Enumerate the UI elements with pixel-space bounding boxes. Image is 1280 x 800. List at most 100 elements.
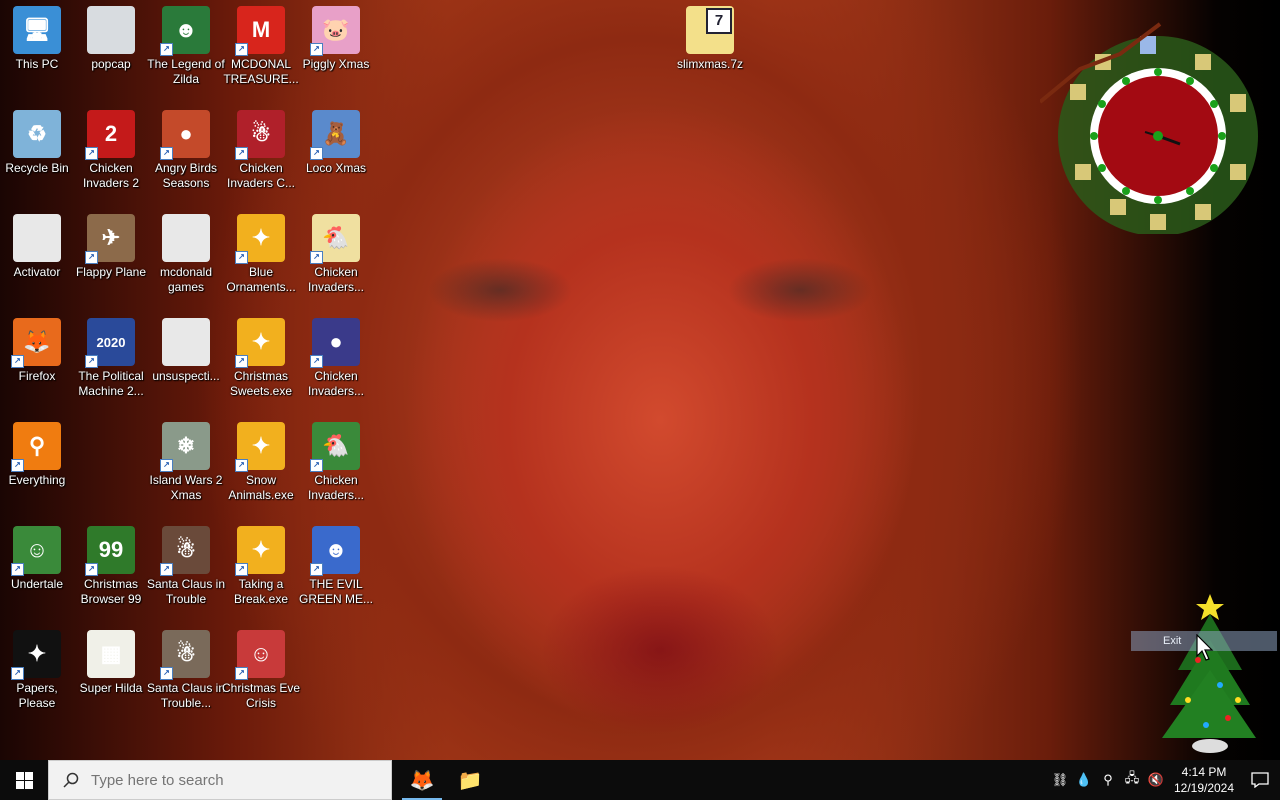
taskbar-search-box[interactable] (48, 760, 392, 800)
network-icon[interactable]: 🖧 (1120, 760, 1144, 800)
desktop-icon-label: Undertale (10, 577, 64, 591)
mcdonalds-treasure-icon: M ↗ (235, 6, 285, 56)
taskbar-file-explorer[interactable]: 📁 (446, 760, 494, 800)
desktop-icon-island-wars-2-xmas[interactable]: ❄ ↗ Island Wars 2 Xmas (149, 422, 223, 503)
popcap-icon (87, 6, 135, 54)
shortcut-arrow-icon: ↗ (310, 355, 323, 368)
desktop-icon-santa-claus-trouble[interactable]: ☃ ↗ Santa Claus in Trouble (146, 526, 226, 607)
desktop-icon-recycle-bin[interactable]: ♻ Recycle Bin (0, 110, 74, 176)
activator-icon (13, 214, 61, 262)
start-button[interactable] (0, 760, 48, 800)
desktop-icon-chicken-invaders-d[interactable]: 🐔 ↗ Chicken Invaders... (299, 422, 373, 503)
desktop-icon-angry-birds-seasons[interactable]: ● ↗ Angry Birds Seasons (149, 110, 223, 191)
desktop-icon-chicken-invaders-a[interactable]: 🐔 ↗ Chicken Invaders... (299, 214, 373, 295)
desktop-icon-label: Island Wars 2 Xmas (149, 473, 223, 502)
shortcut-arrow-icon: ↗ (11, 563, 24, 576)
desktop-icon-blue-ornaments[interactable]: ✦ ↗ Blue Ornaments... (224, 214, 298, 295)
desktop-icon-this-pc[interactable]: 🖥 This PC (0, 6, 74, 72)
christmas-tree-widget[interactable] (1158, 590, 1258, 755)
desktop-icon-legend-of-zilda[interactable]: ☻ ↗ The Legend of Zilda (147, 6, 225, 87)
network-share-icon[interactable]: ⛓ (1048, 760, 1072, 800)
archive-label: slimxmas.7z (676, 57, 743, 71)
desktop-icon-label: The Legend of Zilda (147, 57, 225, 86)
shortcut-arrow-icon: ↗ (235, 563, 248, 576)
action-center-button[interactable] (1240, 760, 1280, 800)
shortcut-arrow-icon: ↗ (160, 563, 173, 576)
drop-icon[interactable]: 💧 (1072, 760, 1096, 800)
desktop-icon-taking-a-break[interactable]: ✦ ↗ Taking a Break.exe (224, 526, 298, 607)
shortcut-arrow-icon: ↗ (310, 43, 323, 56)
shortcut-arrow-icon: ↗ (310, 459, 323, 472)
desktop-icon-activator[interactable]: Activator (0, 214, 74, 280)
desktop-icon-chicken-invaders-b[interactable]: ● ↗ Chicken Invaders... (299, 318, 373, 399)
shortcut-arrow-icon: ↗ (11, 459, 24, 472)
taskbar-file-explorer-icon: 📁 (457, 769, 483, 792)
shortcut-arrow-icon: ↗ (310, 147, 323, 160)
desktop-icon-christmas-browser-99[interactable]: 99 ↗ Christmas Browser 99 (74, 526, 148, 607)
desktop-icon-label: Christmas Eve Crisis (221, 681, 301, 710)
santa-claus-trouble-icon: ☃ ↗ (160, 526, 210, 576)
shortcut-arrow-icon: ↗ (85, 355, 98, 368)
flappy-plane-icon: ✈ ↗ (85, 214, 135, 264)
desktop-icon-santa-claus-trouble-2[interactable]: ☃ ↗ Santa Claus in Trouble... (146, 630, 226, 711)
shortcut-arrow-icon: ↗ (85, 147, 98, 160)
desktop-icon-piggly-xmas[interactable]: 🐷 ↗ Piggly Xmas (299, 6, 373, 72)
everything-tray-icon[interactable]: ⚲ (1096, 760, 1120, 800)
christmas-clock-widget[interactable] (1040, 14, 1260, 234)
desktop-icon-everything[interactable]: ⚲ ↗ Everything (0, 422, 74, 488)
santa-claus-trouble-2-icon: ☃ ↗ (160, 630, 210, 680)
desktop-icon-chicken-invaders-2[interactable]: 2 ↗ Chicken Invaders 2 (74, 110, 148, 191)
slimxmas-archive-icon[interactable]: 7 slimxmas.7z (673, 6, 747, 72)
taskbar-clock[interactable]: 4:14 PM 12/19/2024 (1168, 764, 1240, 796)
clock-time: 4:14 PM (1181, 765, 1227, 779)
political-machine-icon: 2020 ↗ (85, 318, 135, 368)
shortcut-arrow-icon: ↗ (235, 667, 248, 680)
desktop-icon-snow-animals[interactable]: ✦ ↗ Snow Animals.exe (224, 422, 298, 503)
desktop-icon-christmas-sweets[interactable]: ✦ ↗ Christmas Sweets.exe (224, 318, 298, 399)
volume-muted-icon[interactable]: 🔇 (1144, 760, 1168, 800)
desktop-icon-evil-green-me[interactable]: ☻ ↗ THE EVIL GREEN ME... (299, 526, 373, 607)
desktop-icon-super-hilda[interactable]: ▦ Super Hilda (74, 630, 148, 696)
desktop-icon-label: Recycle Bin (5, 161, 69, 175)
desktop-icon-label: Activator (13, 265, 61, 279)
system-tray: ⛓ 💧 ⚲ 🖧 🔇 4:14 PM 12/19/2024 (1048, 760, 1280, 800)
mouse-cursor-icon (1196, 634, 1214, 661)
island-wars-2-xmas-icon: ❄ ↗ (160, 422, 210, 472)
desktop-icon-label: Taking a Break.exe (233, 577, 289, 606)
desktop-icon-label: Santa Claus in Trouble (146, 577, 226, 606)
desktop-icon-mcdonalds-treasure[interactable]: M ↗ MCDONAL TREASURE... (223, 6, 299, 87)
christmas-browser-99-icon: 99 ↗ (85, 526, 135, 576)
super-hilda-icon: ▦ (87, 630, 135, 678)
desktop-icon-undertale[interactable]: ☺ ↗ Undertale (0, 526, 74, 592)
shortcut-arrow-icon: ↗ (11, 667, 24, 680)
shortcut-arrow-icon: ↗ (85, 563, 98, 576)
desktop-icon-flappy-plane[interactable]: ✈ ↗ Flappy Plane (74, 214, 148, 280)
desktop-icon-mcdonald-games[interactable]: mcdonald games (149, 214, 223, 295)
desktop-icon-label: Santa Claus in Trouble... (146, 681, 226, 710)
desktop-icon-label: Flappy Plane (75, 265, 147, 279)
desktop-icon-political-machine[interactable]: 2020 ↗ The Political Machine 2... (74, 318, 148, 399)
legend-of-zilda-icon: ☻ ↗ (160, 6, 210, 56)
firefox-icon: 🦊 ↗ (11, 318, 61, 368)
notification-icon (1251, 772, 1269, 788)
desktop-icon-chicken-invaders-c[interactable]: ☃ ↗ Chicken Invaders C... (224, 110, 298, 191)
shortcut-arrow-icon: ↗ (160, 667, 173, 680)
desktop-icon-unsuspecting[interactable]: unsuspecti... (149, 318, 223, 384)
chicken-invaders-b-icon: ● ↗ (310, 318, 360, 368)
taskbar-firefox[interactable]: 🦊 (398, 760, 446, 800)
chicken-invaders-2-icon: 2 ↗ (85, 110, 135, 160)
desktop-icon-christmas-eve-crisis[interactable]: ☺ ↗ Christmas Eve Crisis (221, 630, 301, 711)
taskbar-apps: 🦊 📁 (398, 760, 494, 800)
desktop-icon-firefox[interactable]: 🦊 ↗ Firefox (0, 318, 74, 384)
clock-date: 12/19/2024 (1173, 781, 1235, 795)
desktop-icon-papers-please[interactable]: ✦ ↗ Papers, Please (0, 630, 74, 711)
shortcut-arrow-icon: ↗ (160, 459, 173, 472)
snow-animals-icon: ✦ ↗ (235, 422, 285, 472)
shortcut-arrow-icon: ↗ (160, 147, 173, 160)
piggly-xmas-icon: 🐷 ↗ (310, 6, 360, 56)
desktop-icon-popcap[interactable]: popcap (74, 6, 148, 72)
shortcut-arrow-icon: ↗ (310, 563, 323, 576)
taskbar: 🦊📁 ⛓💧⚲🖧🔇 4:14 PM 12/19/2024 (0, 760, 1280, 800)
search-input[interactable] (89, 770, 363, 790)
desktop-icon-loco-xmas[interactable]: 🧸 ↗ Loco Xmas (299, 110, 373, 176)
